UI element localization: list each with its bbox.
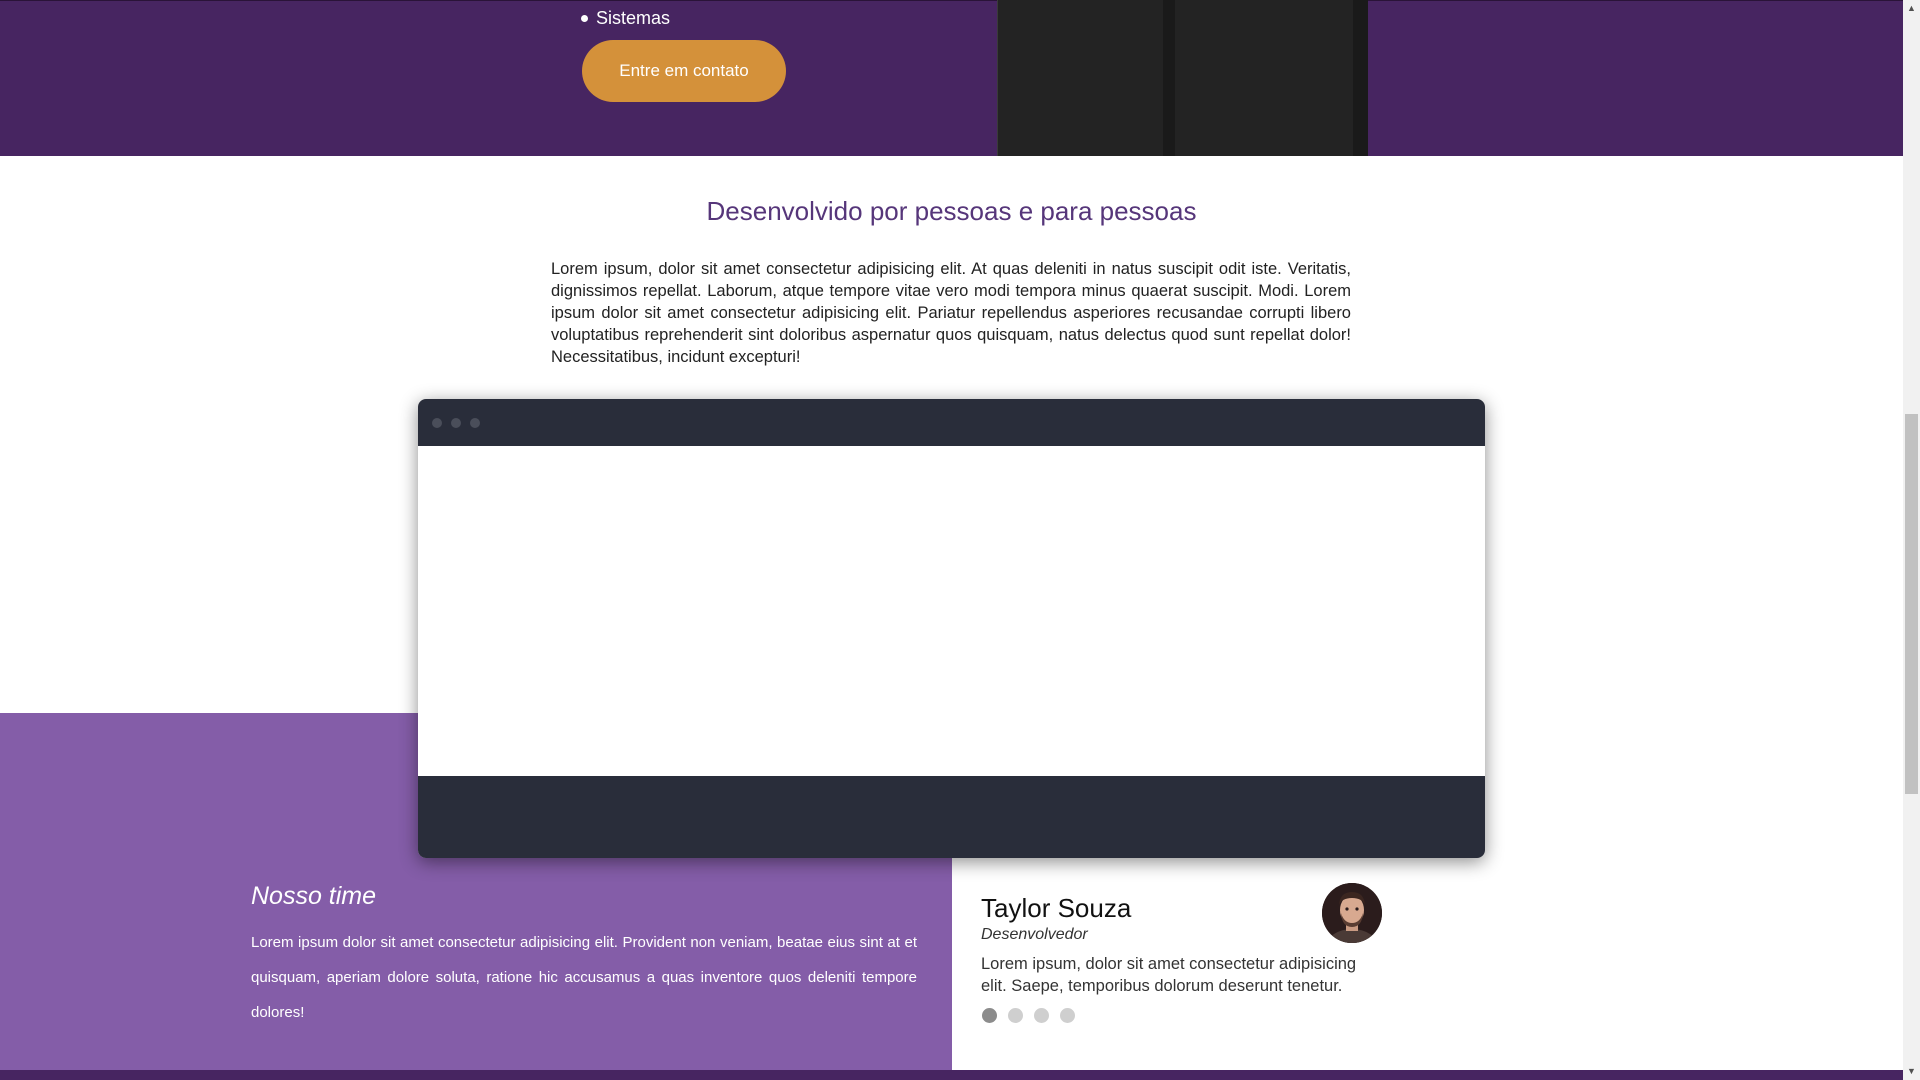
window-dot-icon <box>451 418 461 428</box>
services-section: Sistemas Entre em contato <box>0 0 1903 156</box>
services-list: Sistemas <box>581 6 670 30</box>
carousel-dot-3[interactable] <box>1034 1008 1049 1023</box>
team-title: Nosso time <box>251 882 377 910</box>
window-dot-icon <box>432 418 442 428</box>
services-list-item: Sistemas <box>581 6 670 30</box>
carousel-dot-1[interactable] <box>982 1008 997 1023</box>
chevron-up-icon[interactable]: ▲ <box>1903 0 1920 17</box>
browser-mockup <box>418 399 1485 858</box>
footer-band <box>0 1070 1903 1080</box>
intro-text: Lorem ipsum, dolor sit amet consectetur … <box>551 260 1351 366</box>
mockup-content <box>418 446 1485 776</box>
carousel-dot-2[interactable] <box>1008 1008 1023 1023</box>
avatar <box>1322 883 1382 943</box>
section-title: Desenvolvido por pessoas e para pessoas <box>706 196 1197 226</box>
member-name: Taylor Souza <box>981 893 1132 923</box>
device-image <box>997 0 1368 156</box>
scrollbar-thumb[interactable] <box>1905 414 1918 794</box>
member-quote: Lorem ipsum, dolor sit amet consectetur … <box>981 955 1357 995</box>
member-role: Desenvolvedor <box>981 926 1088 943</box>
mockup-titlebar <box>418 399 1485 446</box>
contact-button[interactable]: Entre em contato <box>582 40 786 102</box>
divider <box>0 0 1903 1</box>
team-text: Lorem ipsum dolor sit amet consectetur a… <box>251 934 917 1021</box>
mockup-footer <box>418 776 1485 858</box>
carousel-dot-4[interactable] <box>1060 1008 1075 1023</box>
chevron-down-icon[interactable]: ▼ <box>1903 1063 1920 1080</box>
window-dot-icon <box>470 418 480 428</box>
scrollbar[interactable]: ▲ ▼ <box>1903 0 1920 1080</box>
